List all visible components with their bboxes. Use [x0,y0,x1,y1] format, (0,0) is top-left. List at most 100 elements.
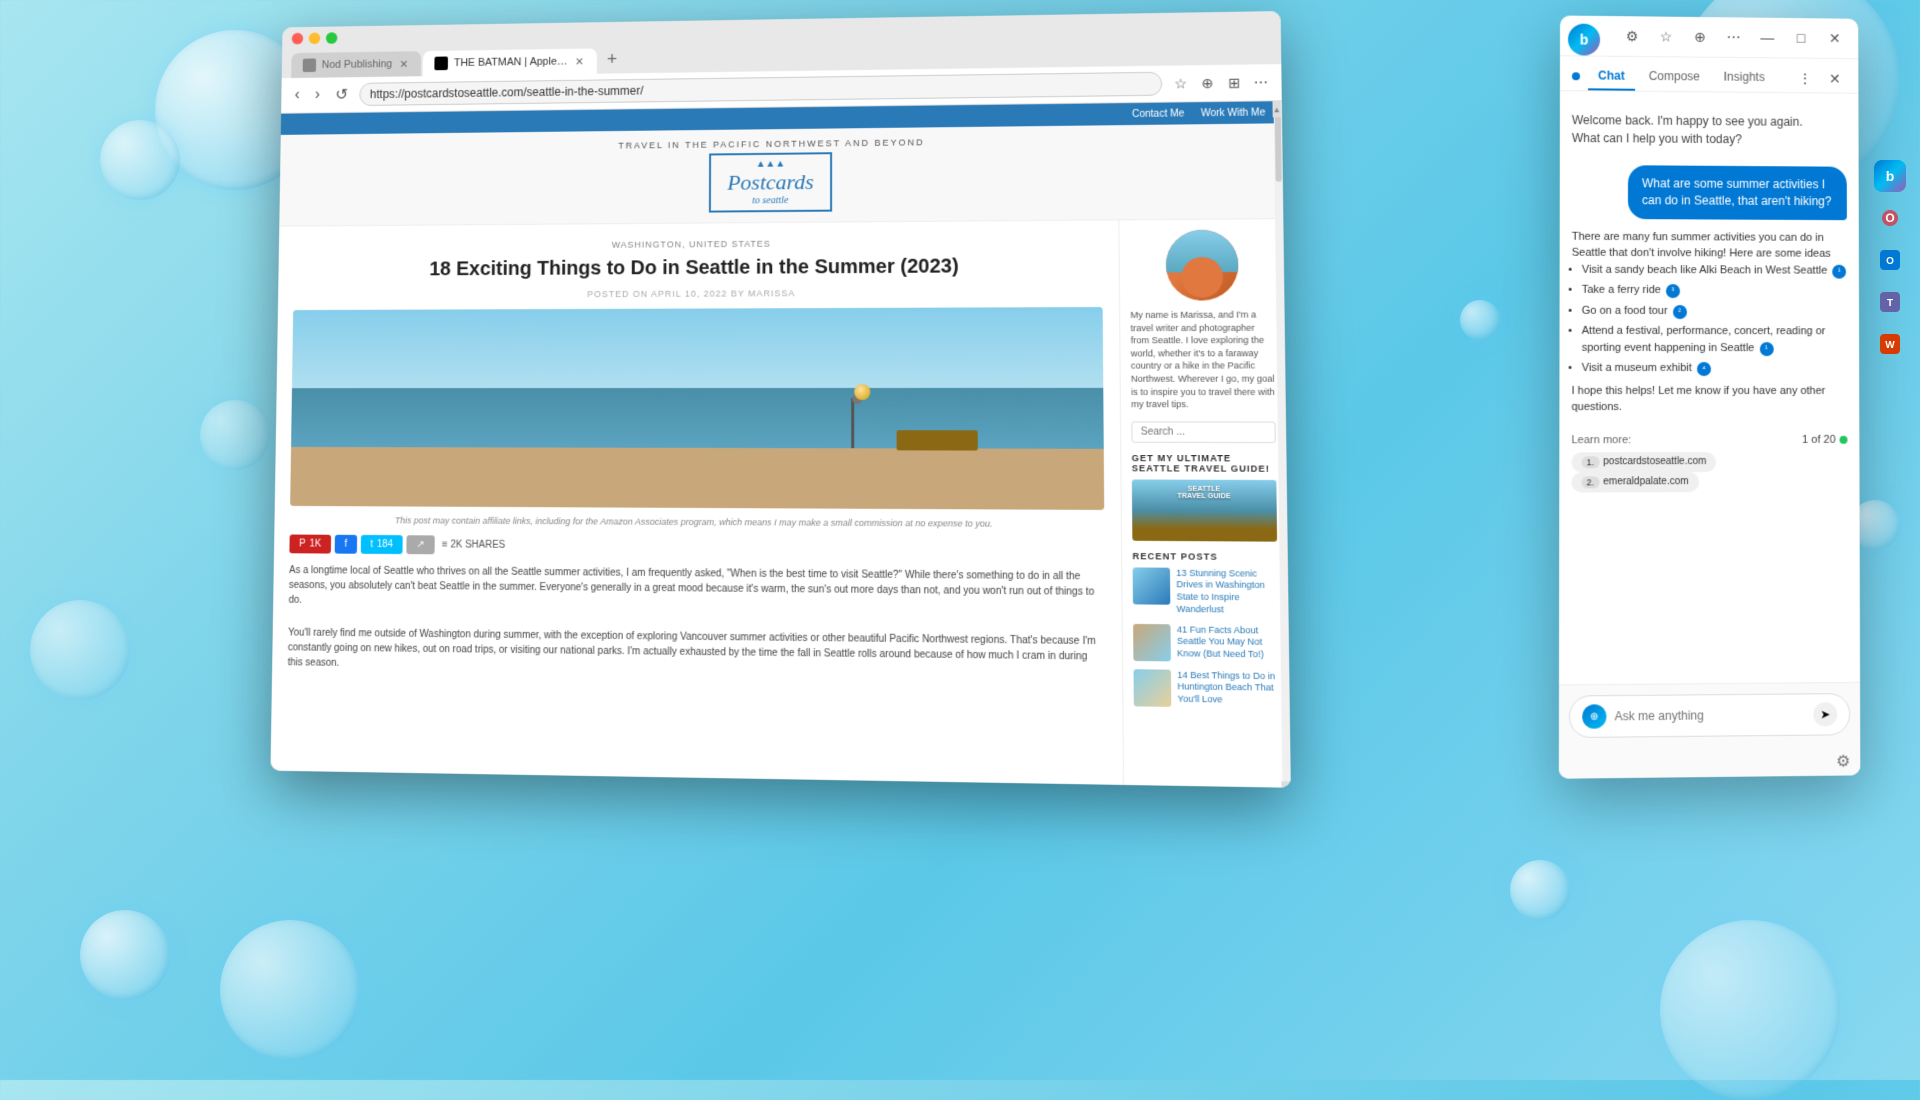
ai-list-item-2: Take a ferry ride ³ [1582,282,1847,299]
user-message: What are some summer activities I can do… [1628,165,1847,220]
ai-response-list: Visit a sandy beach like Alki Beach in W… [1582,261,1848,376]
source-ref-3[interactable]: ² [1673,305,1687,319]
source-chip-1[interactable]: 1. postcardstoseattle.com [1571,452,1716,472]
minimize-button[interactable] [309,33,321,45]
tab-more-icon[interactable]: ⋮ [1793,66,1817,90]
source-ref-4[interactable]: ¹ [1759,342,1773,356]
office-sidebar-icon[interactable]: W [1874,328,1906,360]
recent-post-title-1[interactable]: 13 Stunning Scenic Drives in Washington … [1176,567,1278,616]
forward-button[interactable]: › [311,84,324,105]
expand-panel-button[interactable]: □ [1789,26,1813,50]
copilot-settings-button[interactable]: ⚙ [1836,751,1850,771]
close-button[interactable] [292,33,304,45]
copilot-input-icon: ⊕ [1582,704,1606,729]
learn-more-label: Learn more: [1571,434,1631,446]
site-article: WASHINGTON, UNITED STATES 18 Exciting Th… [270,220,1123,787]
tab-close-nod[interactable]: × [398,57,410,71]
svg-text:O: O [1885,211,1894,225]
more-icon: ↗ [416,539,424,550]
tab-batman[interactable]: THE BATMAN | Apple TV × [423,48,597,76]
recent-post-img-3 [1133,669,1171,707]
recent-post-img-2 [1133,623,1171,660]
bookmark-icon[interactable]: ☆ [1654,24,1678,48]
collections-icon[interactable]: ⊕ [1197,73,1218,93]
favorites-sidebar-icon[interactable]: O [1874,202,1906,234]
source-ref-5[interactable]: ⁴ [1697,362,1711,376]
facebook-icon: f [344,538,347,549]
copilot-input[interactable] [1615,708,1806,724]
copilot-input-area: ⊕ ➤ [1559,682,1860,748]
source-ref-1[interactable]: ¹ [1832,264,1846,278]
teams-sidebar-icon[interactable]: T [1874,286,1906,318]
tab-nod-publishing[interactable]: Nod Publishing × [291,51,421,78]
article-location: WASHINGTON, UNITED STATES [294,237,1102,252]
recent-posts-title: RECENT POSTS [1132,551,1277,562]
source-chip-2[interactable]: 2. emeraldpalate.com [1571,472,1698,492]
site-sidebar: My name is Marissa, and I'm a travel wri… [1118,219,1290,788]
share-icon[interactable]: ⊕ [1688,25,1712,49]
close-panel-button[interactable]: — [1755,26,1779,50]
ai-list-item-3: Go on a food tour ² [1582,302,1847,319]
source-ref-2[interactable]: ³ [1666,284,1680,298]
website-content: Contact Me Work With Me TRAVEL IN THE PA… [270,101,1290,788]
twitter-share[interactable]: t 184 [360,535,402,554]
article-disclaimer: This post may contain affiliate links, i… [290,514,1105,531]
source-label-2: emeraldpalate.com [1603,476,1688,487]
tab-chat[interactable]: Chat [1588,62,1635,90]
recent-post-1: 13 Stunning Scenic Drives in Washington … [1133,567,1278,616]
bing-sidebar-icon[interactable]: b [1874,160,1906,192]
tab-label-batman: THE BATMAN | Apple TV [454,56,568,69]
outlook-sidebar-icon[interactable]: O [1874,244,1906,276]
more-options-icon[interactable]: ⋯ [1722,25,1746,49]
scroll-down-button[interactable]: ▼ [1281,781,1290,787]
favorites-icon[interactable]: ☆ [1170,73,1191,93]
tab-insights[interactable]: Insights [1714,64,1775,92]
facebook-share[interactable]: f [335,534,357,553]
article-image [290,307,1104,510]
copilot-welcome-message: Welcome back. I'm happy to see you again… [1572,103,1847,157]
sidebar-search-input[interactable] [1131,421,1275,443]
author-bio: My name is Marissa, and I'm a travel wri… [1130,308,1275,411]
back-button[interactable]: ‹ [291,85,304,106]
twitter-icon: t [370,539,373,550]
contact-link[interactable]: Contact Me [1132,108,1184,120]
send-button[interactable]: ➤ [1813,702,1837,726]
recent-post-img-1 [1133,567,1171,604]
copilot-footer: ⚙ [1559,745,1860,779]
site-logo[interactable]: ▲▲▲ Postcards to seattle [709,152,831,212]
browser-window: Nod Publishing × THE BATMAN | Apple TV ×… [270,11,1290,788]
close-button[interactable]: ✕ [1823,26,1847,50]
ai-response: There are many fun summer activities you… [1571,228,1847,415]
bing-logo[interactable]: b [1568,24,1600,56]
site-header: TRAVEL IN THE PACIFIC NORTHWEST AND BEYO… [279,123,1283,226]
tab-close-icon[interactable]: ✕ [1823,67,1847,91]
more-share[interactable]: ↗ [407,535,435,554]
tab-compose[interactable]: Compose [1639,63,1710,91]
address-input[interactable] [359,72,1162,106]
recent-post-2: 41 Fun Facts About Seattle You May Not K… [1133,623,1279,662]
work-with-link[interactable]: Work With Me [1201,107,1266,119]
tab-actions: ⋮ ✕ [1793,66,1846,90]
new-tab-button[interactable]: + [599,45,625,74]
copilot-panel: ⚙ ☆ ⊕ ⋯ — □ ✕ b Chat Compose Insights ⋮ … [1559,15,1860,778]
extensions-icon[interactable]: ⊞ [1224,73,1245,93]
article-title: 18 Exciting Things to Do in Seattle in t… [294,253,1103,283]
guide-image: SEATTLETRAVEL GUIDE [1132,479,1277,541]
source-num-1: 1. [1582,456,1600,468]
copilot-header-icons: ⚙ ☆ ⊕ ⋯ — □ ✕ [1620,24,1846,50]
tab-favicon-batman [435,57,449,71]
recent-post-title-3[interactable]: 14 Best Things to Do in Huntington Beach… [1177,669,1279,707]
sources-header: Learn more: 1 of 20 [1571,433,1847,445]
tab-close-batman[interactable]: × [574,54,586,68]
edge-sidebar: b O O T W [1874,160,1906,360]
logo-text: Postcards [727,169,814,194]
refresh-button[interactable]: ↺ [331,83,352,106]
site-tagline: TRAVEL IN THE PACIFIC NORTHWEST AND BEYO… [290,133,1272,154]
maximize-button[interactable] [326,32,338,44]
svg-text:W: W [1885,340,1895,351]
settings-icon[interactable]: ⚙ [1620,24,1644,48]
copilot-sources: Learn more: 1 of 20 1. postcardstoseattl… [1571,433,1847,492]
recent-post-title-2[interactable]: 41 Fun Facts About Seattle You May Not K… [1177,624,1279,661]
menu-icon[interactable]: ⋯ [1250,72,1271,92]
pinterest-share[interactable]: P 1K [289,534,331,553]
